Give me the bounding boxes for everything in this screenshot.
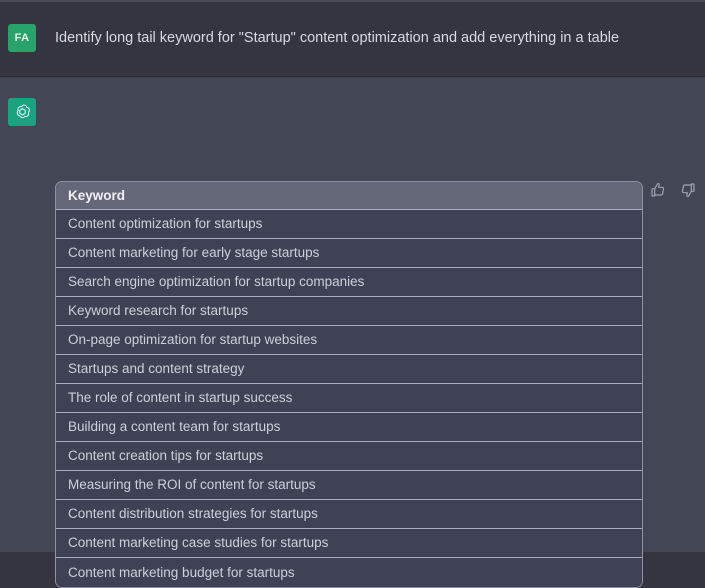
table-row: On-page optimization for startup website…: [56, 326, 642, 355]
table-cell-keyword: Keyword research for startups: [68, 303, 249, 318]
table-row: Content marketing for early stage startu…: [56, 239, 642, 268]
table-cell-keyword: Content creation tips for startups: [68, 448, 264, 463]
openai-logo-icon: [8, 98, 36, 126]
thumbs-down-icon[interactable]: [680, 182, 696, 198]
table-cell-keyword: Search engine optimization for startup c…: [68, 274, 365, 289]
table-row: Content optimization for startups: [56, 210, 642, 239]
table-row: Building a content team for startups: [56, 413, 642, 442]
table-cell-keyword: Startups and content strategy: [68, 361, 245, 376]
table-row: Content marketing budget for startups: [56, 558, 642, 587]
table-cell-keyword: Building a content team for startups: [68, 419, 281, 434]
keyword-table: Keyword Content optimization for startup…: [55, 181, 643, 588]
assistant-message-block: Keyword Content optimization for startup…: [0, 78, 705, 588]
table-row: Search engine optimization for startup c…: [56, 268, 642, 297]
table-cell-keyword: Content distribution strategies for star…: [68, 506, 318, 521]
user-avatar-initials: FA: [14, 32, 30, 44]
table-row: Measuring the ROI of content for startup…: [56, 471, 642, 500]
table-cell-keyword: On-page optimization for startup website…: [68, 332, 318, 347]
table-header-row: Keyword: [56, 182, 642, 210]
table-row: Startups and content strategy: [56, 355, 642, 384]
table-row: Keyword research for startups: [56, 297, 642, 326]
message-feedback-controls: [650, 182, 696, 198]
table-row: Content creation tips for startups: [56, 442, 642, 471]
table-cell-keyword: Content marketing budget for startups: [68, 564, 295, 580]
user-avatar: FA: [8, 24, 36, 52]
chat-conversation: FA Identify long tail keyword for "Start…: [0, 0, 705, 588]
table-cell-keyword: Content optimization for startups: [68, 216, 263, 231]
user-message-text: Identify long tail keyword for "Startup"…: [55, 30, 620, 46]
thumbs-up-icon[interactable]: [650, 182, 666, 198]
table-cell-keyword: The role of content in startup success: [68, 390, 293, 405]
table-row: The role of content in startup success: [56, 384, 642, 413]
user-message-block: FA Identify long tail keyword for "Start…: [0, 2, 705, 77]
table-cell-keyword: Content marketing for early stage startu…: [68, 245, 320, 260]
table-cell-keyword: Measuring the ROI of content for startup…: [68, 477, 316, 492]
table-cell-keyword: Content marketing case studies for start…: [68, 535, 329, 550]
table-column-header-keyword: Keyword: [68, 187, 126, 203]
table-row: Content distribution strategies for star…: [56, 500, 642, 529]
table-row: Content marketing case studies for start…: [56, 529, 642, 558]
